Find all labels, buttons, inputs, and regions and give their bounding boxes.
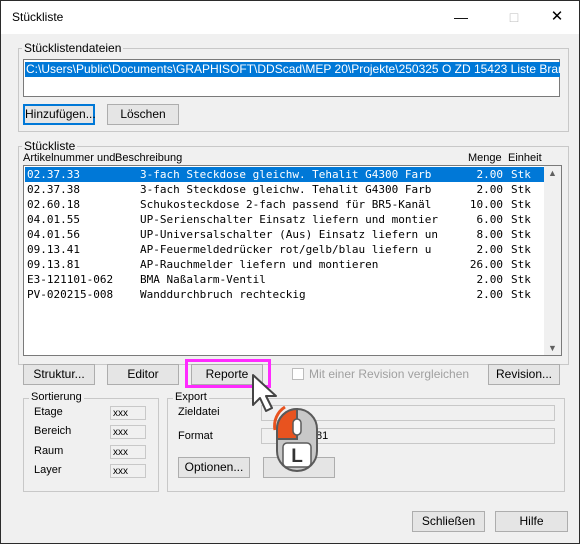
target-file-label: Zieldatei (178, 406, 220, 418)
cell-quantity: 8.00 (476, 228, 504, 241)
revision-button[interactable]: Revision... (488, 364, 560, 385)
cell-description: 3-fach Steckdose gleichw. Tehalit G4300 … (140, 183, 432, 196)
editor-button[interactable]: Editor (107, 364, 179, 385)
add-file-button[interactable]: Hinzufügen... (23, 104, 96, 125)
maximize-icon: □ (509, 9, 519, 25)
minimize-icon[interactable]: — (453, 9, 469, 25)
cell-description: BMA Naßalarm-Ventil (140, 273, 266, 286)
vertical-scrollbar[interactable]: ▲ ▼ (544, 166, 561, 355)
cell-unit: Stk (511, 258, 531, 271)
struktur-button[interactable]: Struktur... (23, 364, 95, 385)
cell-quantity: 2.00 (476, 273, 504, 286)
column-header-quantity[interactable]: Menge (468, 152, 502, 164)
sort-label-raum: Raum (34, 445, 64, 457)
cell-article: 09.13.81 (27, 258, 80, 271)
table-row[interactable]: 02.37.38 3-fach Steckdose gleichw. Tehali… (25, 182, 545, 197)
cursor-arrow-icon (252, 374, 277, 412)
table-row[interactable]: 02.60.18 Schukosteckdose 2-fach passend f… (25, 197, 545, 212)
sort-value-layer[interactable]: xxx (110, 464, 146, 478)
sort-value-bereich[interactable]: xxx (110, 425, 146, 439)
cell-quantity: 10.00 (469, 198, 503, 211)
table-row[interactable]: 04.01.56 UP-Universalschalter (Aus) Einsa… (25, 227, 545, 242)
cell-quantity: 6.00 (476, 213, 504, 226)
mouse-wheel-icon (292, 418, 302, 436)
cell-unit: Stk (511, 213, 531, 226)
help-button[interactable]: Hilfe (495, 511, 568, 532)
mouse-letter: L (291, 446, 303, 467)
cell-quantity: 2.00 (476, 168, 504, 181)
column-header-unit[interactable]: Einheit (508, 152, 542, 164)
cell-description: AP-Rauchmelder liefern und montieren (140, 258, 379, 271)
files-group-label: Stücklistendateien (22, 41, 124, 55)
table-row[interactable]: 04.01.55 UP-Serienschalter Einsatz liefer… (25, 212, 545, 227)
window-title: Stückliste (12, 10, 64, 24)
cell-unit: Stk (511, 243, 531, 256)
table-row[interactable]: E3-121101-062 BMA Naßalarm-Ventil 2.00 Stk (25, 272, 545, 287)
table-row[interactable]: 09.13.41 AP-Feuermeldedrücker rot/gelb/bl… (25, 242, 545, 257)
parts-list[interactable]: 02.37.33 3-fach Steckdose gleichw. Tehali… (23, 165, 562, 356)
sort-label-bereich: Bereich (34, 425, 72, 437)
options-button[interactable]: Optionen... (178, 457, 250, 478)
close-icon[interactable]: ✕ (549, 9, 565, 25)
sort-label-layer: Layer (34, 464, 62, 476)
cell-article: 09.13.41 (27, 243, 80, 256)
scroll-down-icon[interactable]: ▼ (548, 343, 557, 353)
cell-description: Schukosteckdose 2-fach passend für BR5-K… (140, 198, 432, 211)
title-bar: Stückliste — □ ✕ (1, 1, 579, 34)
cell-article: PV-020215-008 (27, 288, 114, 301)
table-row[interactable]: 09.13.81 AP-Rauchmelder liefern und monti… (25, 257, 545, 272)
close-button[interactable]: Schließen (412, 511, 485, 532)
cell-article: 02.60.18 (27, 198, 80, 211)
cell-description: AP-Feuermeldedrücker rot/gelb/blau liefe… (140, 243, 432, 256)
cell-article: 02.37.33 (27, 168, 80, 181)
cell-quantity: 2.00 (476, 183, 504, 196)
stueckliste-window: Stückliste — □ ✕ Stücklistendateien C:\U… (0, 0, 580, 544)
cell-unit: Stk (511, 183, 531, 196)
cell-article: 02.37.38 (27, 183, 80, 196)
cell-quantity: 2.00 (476, 288, 504, 301)
delete-file-button[interactable]: Löschen (107, 104, 179, 125)
cell-unit: Stk (511, 273, 531, 286)
cell-quantity: 26.00 (469, 258, 503, 271)
cell-description: 3-fach Steckdose gleichw. Tehalit G4300 … (140, 168, 432, 181)
list-group-label: Stückliste (22, 139, 78, 153)
cell-unit: Stk (511, 168, 531, 181)
cell-unit: Stk (511, 198, 531, 211)
cell-quantity: 2.00 (476, 243, 504, 256)
column-header-description[interactable]: Beschreibung (115, 152, 182, 164)
cell-description: UP-Serienschalter Einsatz liefern und mo… (140, 213, 439, 226)
cell-description: Wanddurchbruch rechteckig (140, 288, 306, 301)
table-row[interactable]: 02.37.33 3-fach Steckdose gleichw. Tehali… (25, 167, 545, 182)
cell-description: UP-Universalschalter (Aus) Einsatz liefe… (140, 228, 439, 241)
format-label: Format (178, 430, 213, 442)
table-row[interactable]: PV-020215-008 Wanddurchbruch rechteckig 2.… (25, 287, 545, 302)
file-list[interactable]: C:\Users\Public\Documents\GRAPHISOFT\DDS… (23, 59, 560, 97)
sort-value-etage[interactable]: xxx (110, 406, 146, 420)
cell-article: 04.01.55 (27, 213, 80, 226)
scroll-up-icon[interactable]: ▲ (548, 168, 557, 178)
file-path-item[interactable]: C:\Users\Public\Documents\GRAPHISOFT\DDS… (25, 62, 560, 77)
cell-unit: Stk (511, 288, 531, 301)
cell-article: 04.01.56 (27, 228, 80, 241)
column-header-article[interactable]: Artikelnummer und (23, 152, 115, 164)
sort-group-label: Sortierung (29, 390, 84, 404)
export-group-label: Export (173, 390, 209, 404)
cell-article: E3-121101-062 (27, 273, 114, 286)
sort-value-raum[interactable]: xxx (110, 445, 146, 459)
cell-unit: Stk (511, 228, 531, 241)
sort-label-etage: Etage (34, 406, 63, 418)
mouse-click-overlay: L (252, 374, 318, 472)
